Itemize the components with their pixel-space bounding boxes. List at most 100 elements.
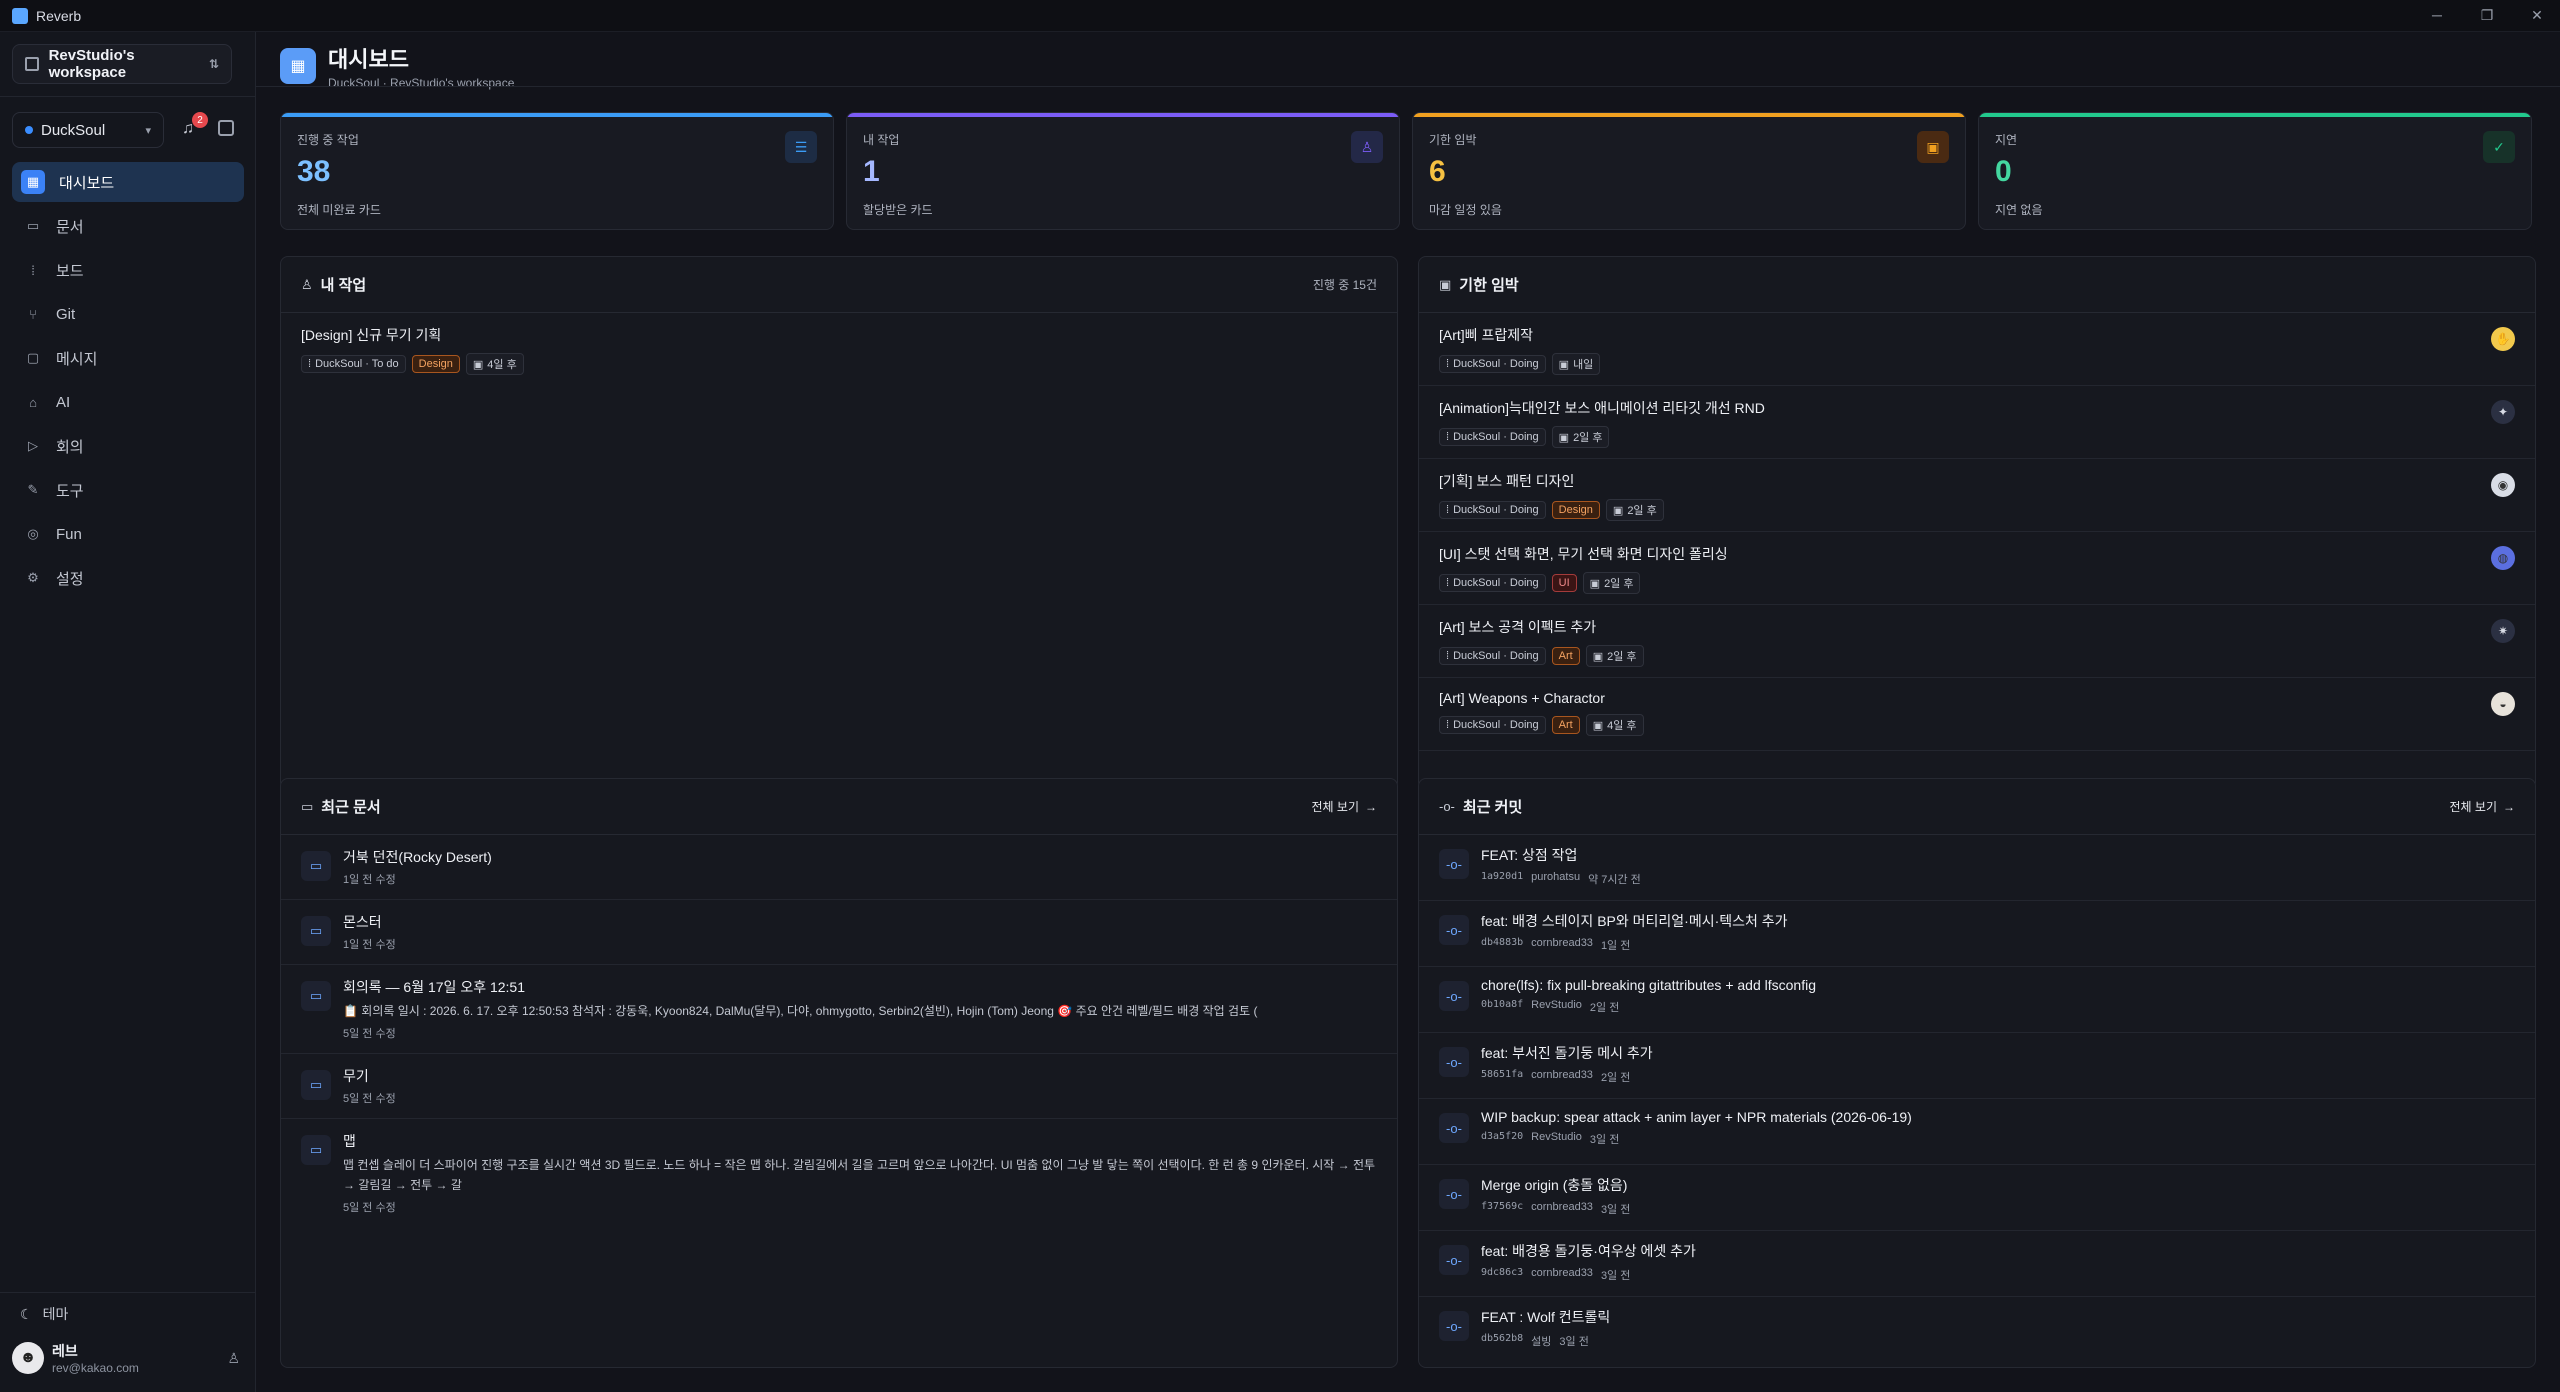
arrow-right-icon: →	[1365, 799, 1377, 814]
stat-subtitle: 지연 없음	[1995, 203, 2043, 217]
doc-row[interactable]: ▭ 회의록 — 6월 17일 오후 12:51 📋 회의록 일시 : 2026. 6…	[281, 965, 1397, 1054]
page-header: ▦ 대시보드 DuckSoul · RevStudio's workspace	[280, 42, 514, 90]
commit-row[interactable]: -o-chore(lfs): fix pull-breaking gitattr…	[1419, 967, 2535, 1033]
board-chip: ⁞ DuckSoul · Doing	[1439, 428, 1546, 446]
tag-badge: UI	[1551, 574, 1577, 592]
main-content: ▦ 대시보드 DuckSoul · RevStudio's workspace …	[256, 32, 2560, 1392]
sidebar-item-5[interactable]: ⌂ AI	[12, 382, 244, 422]
task-row[interactable]: [Design] 신규 무기 기획 ⁞ DuckSoul · To do Design…	[281, 313, 1397, 386]
commit-icon: -o-	[1439, 1245, 1469, 1275]
doc-row[interactable]: ▭ 맵 맵 컨셉 슬레이 더 스파이어 진행 구조를 실시간 액션 3D 필드로. …	[281, 1119, 1397, 1227]
task-row[interactable]: [Art] Weapons + Charactor ⁞ DuckSoul · Doi…	[1419, 678, 2535, 751]
calendar-icon: ▣	[1439, 276, 1452, 292]
project-selector[interactable]: DuckSoul ▾	[12, 112, 164, 148]
task-title: [Art]삐 프랍제작	[1439, 327, 1533, 343]
theme-label: 테마	[42, 1306, 69, 1322]
user-settings-icon[interactable]: ♙	[227, 1350, 240, 1367]
check-circle-icon: ✓	[2483, 131, 2515, 163]
sidebar-item-6[interactable]: ▷ 회의	[12, 426, 244, 466]
due-chip: ▣ 4일 후	[465, 353, 524, 375]
commit-meta: d3a5f20 RevStudio 3일 전	[1481, 1131, 1912, 1147]
commit-row[interactable]: -o- Merge origin (충돌 없음) f37569c cornbread3…	[1419, 1165, 2535, 1231]
due-label: 2일 후	[1607, 651, 1637, 663]
doc-title: 거북 던전(Rocky Desert)	[343, 849, 492, 865]
workspace-switcher[interactable]: RevStudio's workspace ⇅	[12, 44, 232, 84]
divider	[0, 96, 256, 97]
sidebar-item-8[interactable]: ◎ Fun	[12, 514, 244, 554]
view-all-commits-link[interactable]: 전체 보기 →	[2450, 798, 2516, 815]
doc-row[interactable]: ▭ 거북 던전(Rocky Desert) 1일 전 수정	[281, 835, 1397, 900]
due-label: 4일 후	[1607, 720, 1637, 732]
doc-body: 맵맵 컨셉 슬레이 더 스파이어 진행 구조를 실시간 액션 3D 필드로. 노…	[343, 1131, 1377, 1215]
commit-hash: 58651fa	[1481, 1069, 1524, 1080]
sidebar-item-3[interactable]: ⑂ Git	[12, 294, 244, 334]
board-icon: ⁞	[1446, 358, 1450, 370]
board-icon: ⁞	[1446, 504, 1450, 516]
sidebar-item-1[interactable]: ▭ 문서	[12, 206, 244, 246]
doc-row[interactable]: ▭ 몬스터 1일 전 수정	[281, 900, 1397, 965]
board-icon: ⁞	[1446, 431, 1450, 443]
stat-value: 6	[1429, 155, 1446, 188]
sidebar-item-label: 메시지	[56, 350, 98, 368]
task-title: [Art] Weapons + Charactor	[1439, 690, 1605, 706]
due-chip: ▣ 2일 후	[1551, 426, 1610, 448]
task-title: [기획] 보스 패턴 디자인	[1439, 473, 1575, 489]
stat-subtitle: 전체 미완료 카드	[297, 203, 381, 217]
stat-label: 지연	[1995, 133, 2018, 147]
task-row[interactable]: [Animation]늑대인간 보스 애니메이션 리타깃 개선 RND ⁞ Duck…	[1419, 386, 2535, 459]
sidebar-item-0[interactable]: ▦ 대시보드	[12, 162, 244, 202]
task-row[interactable]: [Art] 보스 공격 이펙트 추가 ⁞ DuckSoul · Doing Art ▣ 2…	[1419, 605, 2535, 678]
commit-author: cornbread33	[1531, 1201, 1593, 1213]
book-icon: ▭	[26, 218, 40, 233]
commit-row[interactable]: -o- FEAT: 상점 작업 1a920d1 purohatsu 약 7시간 전	[1419, 835, 2535, 901]
page-subtitle: DuckSoul · RevStudio's workspace	[328, 76, 515, 90]
board-chip: ⁞ DuckSoul · Doing	[1439, 716, 1546, 734]
commit-row[interactable]: -o-feat: 부서진 돌기둥 메시 추가 58651fa cornbread33…	[1419, 1033, 2535, 1099]
commit-row[interactable]: -o- WIP backup: spear attack + anim layer…	[1419, 1099, 2535, 1165]
commit-body: feat: 배경 스테이지 BP와 머티리얼·메시·텍스처 추가 db4883b c…	[1481, 911, 1788, 956]
task-title: [Animation]늑대인간 보스 애니메이션 리타깃 개선 RND	[1439, 400, 1765, 416]
assignee-avatar: ◒	[2491, 692, 2515, 716]
commit-row[interactable]: -o-feat: 배경 스테이지 BP와 머티리얼·메시·텍스처 추가 db488…	[1419, 901, 2535, 967]
sidebar: RevStudio's workspace ⇅ DuckSoul ▾ ♫ 2 ▦…	[0, 32, 256, 1392]
commit-icon: -o-	[1439, 915, 1469, 945]
task-row[interactable]: [Art]삐 프랍제작 ⁞ DuckSoul · Doing ▣ 내일 ✋	[1419, 313, 2535, 386]
close-icon[interactable]: ✕	[2526, 7, 2548, 24]
task-row[interactable]: [UI] 스탯 선택 화면, 무기 선택 화면 디자인 폴리싱 ⁞ DuckSoul…	[1419, 532, 2535, 605]
sidebar-nav: ▦ 대시보드 ▭ 문서 ⁞ 보드 ⑂ Git ▢ 메시지 ⌂ AI ▷ 회의 ✎ 도구 ◎ Fun ⚙ 설정	[12, 162, 244, 602]
minimize-icon[interactable]: ─	[2426, 7, 2448, 24]
user-profile[interactable]: ☻ 레브 rev@kakao.com ♙	[12, 1336, 244, 1380]
sidebar-item-7[interactable]: ✎ 도구	[12, 470, 244, 510]
commit-author: 설빙	[1531, 1336, 1552, 1348]
commit-hash: d3a5f20	[1481, 1131, 1524, 1142]
deadlines-panel: ▣ 기한 임박 [Art]삐 프랍제작 ⁞ DuckSoul · Doing ▣ 내일 ✋…	[1418, 256, 2536, 790]
commit-body: chore(lfs): fix pull-breaking gitattribu…	[1481, 977, 1816, 1022]
board-label: DuckSoul · Doing	[1453, 431, 1539, 443]
due-chip: ▣ 4일 후	[1585, 714, 1644, 736]
chevron-updown-icon: ⇅	[208, 57, 219, 71]
task-row[interactable]: [기획] 보스 패턴 디자인 ⁞ DuckSoul · Doing Design ▣ 2일…	[1419, 459, 2535, 532]
doc-row[interactable]: ▭ 무기 5일 전 수정	[281, 1054, 1397, 1119]
sidebar-item-label: 설정	[56, 570, 84, 588]
user-name: 레브	[52, 1343, 78, 1359]
commit-meta: db4883b cornbread33 1일 전	[1481, 937, 1788, 953]
project-dot-icon	[25, 126, 33, 134]
doc-title: 회의록 — 6월 17일 오후 12:51	[343, 979, 526, 995]
maximize-icon[interactable]: ❐	[2476, 7, 2498, 24]
sidebar-item-2[interactable]: ⁞ 보드	[12, 250, 244, 290]
commit-body: FEAT: 상점 작업 1a920d1 purohatsu 약 7시간 전	[1481, 845, 1641, 890]
commit-body: Merge origin (충돌 없음) f37569c cornbread33 3일…	[1481, 1175, 1630, 1220]
commit-row[interactable]: -o- FEAT : Wolf 컨트롤릭 db562b8 설빙 3일 전	[1419, 1297, 2535, 1363]
commit-row[interactable]: -o-feat: 배경용 돌기둥·여우상 에셋 추가 9dc86c3 cornbre…	[1419, 1231, 2535, 1297]
commit-author: purohatsu	[1531, 871, 1581, 883]
theme-toggle[interactable]: ☾ 테마	[20, 1304, 68, 1324]
stat-subtitle: 마감 일정 있음	[1429, 203, 1502, 217]
sidebar-item-9[interactable]: ⚙ 설정	[12, 558, 244, 598]
sidebar-item-4[interactable]: ▢ 메시지	[12, 338, 244, 378]
commit-body: FEAT : Wolf 컨트롤릭 db562b8 설빙 3일 전	[1481, 1307, 1610, 1353]
panel-toggle-icon[interactable]	[218, 120, 234, 136]
task-title: [Art] 보스 공격 이펙트 추가	[1439, 619, 1597, 635]
user-email: rev@kakao.com	[52, 1361, 139, 1375]
board-chip: ⁞ DuckSoul · Doing	[1439, 647, 1546, 665]
view-all-docs-link[interactable]: 전체 보기 →	[1312, 798, 1378, 815]
